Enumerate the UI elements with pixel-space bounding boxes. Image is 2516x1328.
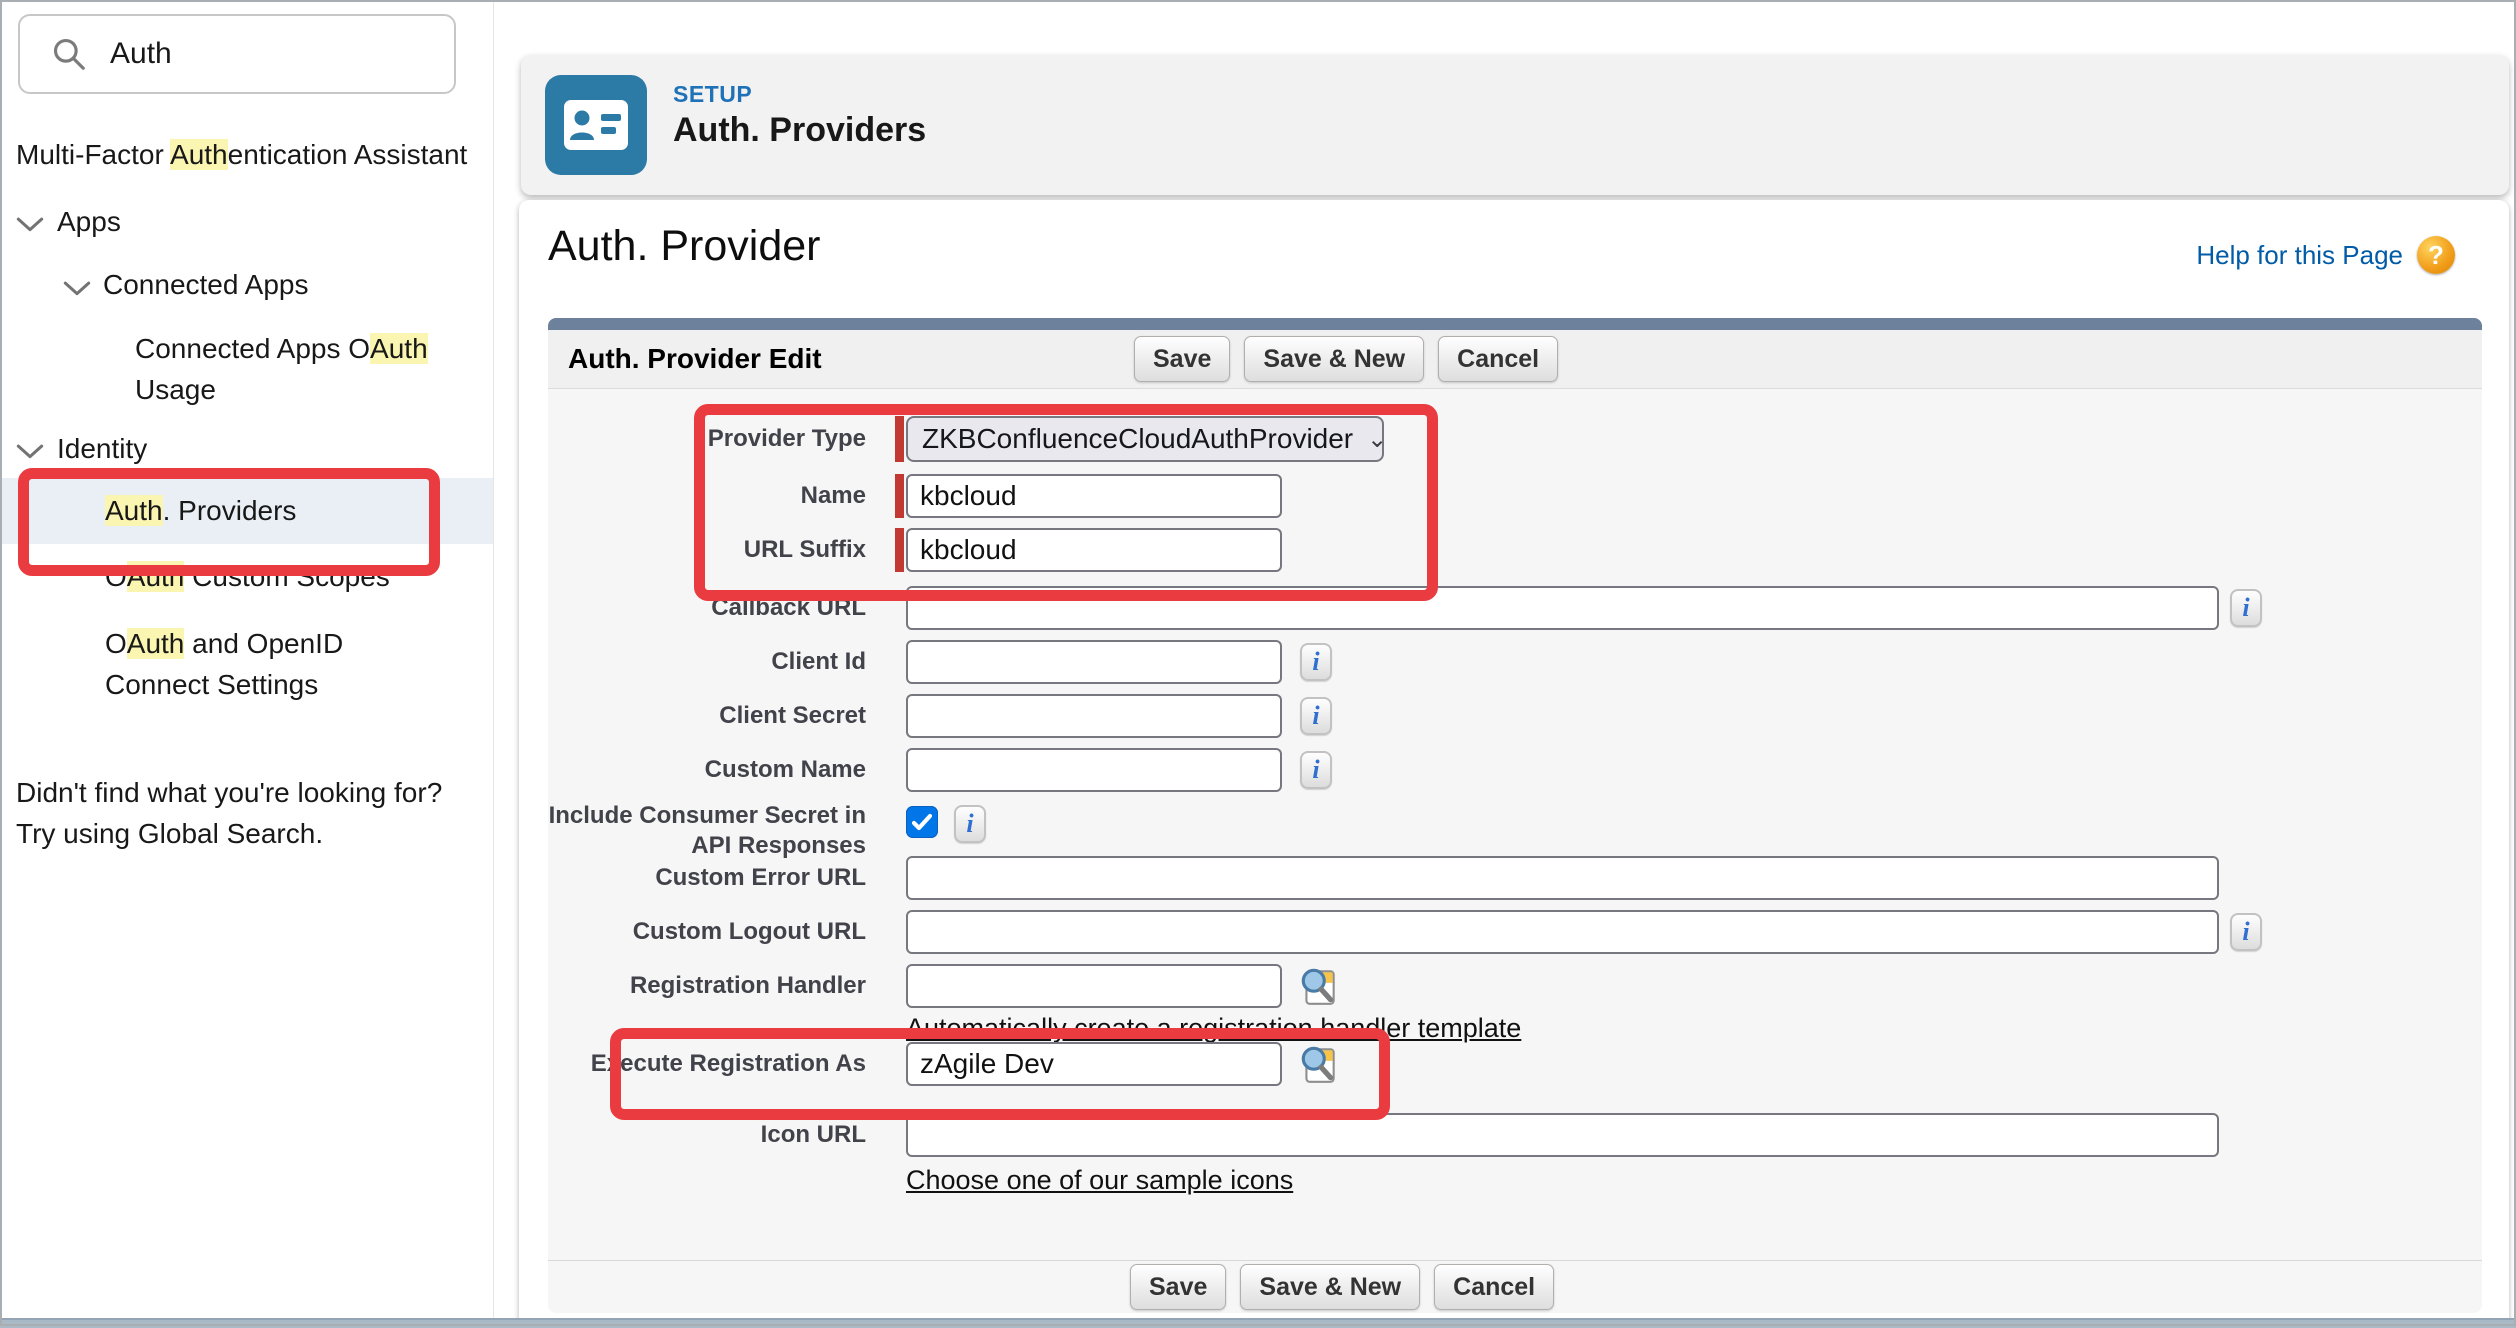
chevron-down-icon[interactable]	[16, 443, 44, 461]
info-icon[interactable]: i	[2230, 589, 2262, 627]
page-title: Auth. Provider	[548, 222, 820, 271]
chevron-down-icon[interactable]	[16, 216, 44, 234]
id-card-icon	[563, 99, 629, 151]
sidebar-item-connected-apps[interactable]: Connected Apps	[103, 268, 309, 302]
help-question-icon[interactable]: ?	[2417, 236, 2455, 274]
auth-providers-icon	[545, 75, 647, 175]
sidebar-item-connected-apps-oauth-usage[interactable]: Connected Apps OAuth Usage	[135, 328, 465, 410]
custom-logout-url-input[interactable]	[906, 910, 2219, 954]
info-icon[interactable]: i	[1300, 751, 1332, 789]
choose-sample-icons-link[interactable]: Choose one of our sample icons	[906, 1165, 1293, 1196]
info-icon[interactable]: i	[1300, 697, 1332, 735]
icon-url-label: Icon URL	[548, 1120, 866, 1150]
sidebar-item-oauth-openid-settings[interactable]: OAuth and OpenID Connect Settings	[105, 623, 435, 705]
save-button[interactable]: Save	[1134, 336, 1230, 382]
setup-sidebar: Multi-Factor Authentication Assistant Ap…	[0, 0, 494, 1326]
setup-header-card: SETUP Auth. Providers	[521, 55, 2509, 195]
section-header: Auth. Provider Edit Save Save & New Canc…	[548, 330, 2482, 389]
name-label: Name	[548, 481, 866, 511]
custom-logout-url-label: Custom Logout URL	[548, 917, 866, 947]
save-button-bottom[interactable]: Save	[1130, 1264, 1226, 1310]
chevron-down-icon[interactable]	[63, 280, 91, 298]
execute-registration-as-input[interactable]	[906, 1042, 1282, 1086]
sidebar-item-identity[interactable]: Identity	[57, 432, 147, 466]
sidebar-item-apps[interactable]: Apps	[57, 205, 121, 239]
form-footer: Save Save & New Cancel	[548, 1260, 2482, 1313]
provider-type-select[interactable]: ZKBConfluenceCloudAuthProvider ⌄	[906, 416, 1384, 462]
include-consumer-secret-label: Include Consumer Secret in API Responses	[548, 801, 866, 861]
registration-handler-label: Registration Handler	[548, 971, 866, 1001]
url-suffix-input[interactable]	[906, 528, 1282, 572]
select-chevron-icon: ⌄	[1367, 425, 1387, 454]
save-and-new-button-bottom[interactable]: Save & New	[1240, 1264, 1420, 1310]
info-icon[interactable]: i	[2230, 913, 2262, 951]
custom-error-url-input[interactable]	[906, 856, 2219, 900]
custom-name-input[interactable]	[906, 748, 1282, 792]
setup-page-title: Auth. Providers	[673, 111, 926, 150]
sidebar-item-mfa-assistant[interactable]: Multi-Factor Authentication Assistant	[16, 138, 467, 172]
required-indicator	[895, 474, 904, 518]
window-bottom-edge	[0, 1318, 2516, 1328]
callback-url-label: Callback URL	[548, 593, 866, 623]
name-input[interactable]	[906, 474, 1282, 518]
client-secret-input[interactable]	[906, 694, 1282, 738]
registration-handler-input[interactable]	[906, 964, 1282, 1008]
sidebar-item-oauth-custom-scopes[interactable]: OAuth Custom Scopes	[105, 560, 390, 594]
provider-type-label: Provider Type	[548, 424, 866, 454]
auth-provider-edit-section: Auth. Provider Edit Save Save & New Canc…	[548, 318, 2482, 1312]
url-suffix-label: URL Suffix	[548, 535, 866, 565]
save-and-new-button[interactable]: Save & New	[1244, 336, 1424, 382]
section-top-bar	[548, 318, 2482, 330]
search-input[interactable]	[108, 36, 432, 72]
icon-url-input[interactable]	[906, 1113, 2219, 1157]
lookup-icon[interactable]	[1298, 964, 1340, 1008]
custom-name-label: Custom Name	[548, 755, 866, 785]
search-icon	[50, 35, 88, 73]
sidebar-search-box[interactable]	[18, 14, 456, 94]
create-registration-handler-link[interactable]: Automatically create a registration hand…	[906, 1013, 1521, 1044]
info-icon[interactable]: i	[954, 805, 986, 843]
sidebar-item-auth-providers[interactable]: Auth. Providers	[105, 494, 296, 528]
include-consumer-secret-checkbox[interactable]	[906, 806, 938, 838]
cancel-button-bottom[interactable]: Cancel	[1434, 1264, 1554, 1310]
client-secret-label: Client Secret	[548, 701, 866, 731]
sidebar-not-found-text: Didn't find what you're looking for? Try…	[16, 772, 442, 854]
section-title: Auth. Provider Edit	[568, 330, 822, 388]
check-icon	[910, 810, 934, 834]
required-indicator	[895, 416, 904, 462]
callback-url-input[interactable]	[906, 586, 2219, 630]
execute-registration-as-label: Execute Registration As	[548, 1049, 866, 1079]
custom-error-url-label: Custom Error URL	[548, 863, 866, 893]
setup-eyebrow: SETUP	[673, 81, 752, 108]
help-for-this-page-link[interactable]: Help for this Page	[2196, 240, 2403, 271]
required-indicator	[895, 528, 904, 572]
info-icon[interactable]: i	[1300, 643, 1332, 681]
main-content-panel: Auth. Provider Help for this Page ? Auth…	[519, 200, 2509, 1326]
lookup-icon[interactable]	[1298, 1042, 1340, 1086]
client-id-input[interactable]	[906, 640, 1282, 684]
cancel-button[interactable]: Cancel	[1438, 336, 1558, 382]
client-id-label: Client Id	[548, 647, 866, 677]
form-body: Provider Type ZKBConfluenceCloudAuthProv…	[548, 389, 2482, 1260]
